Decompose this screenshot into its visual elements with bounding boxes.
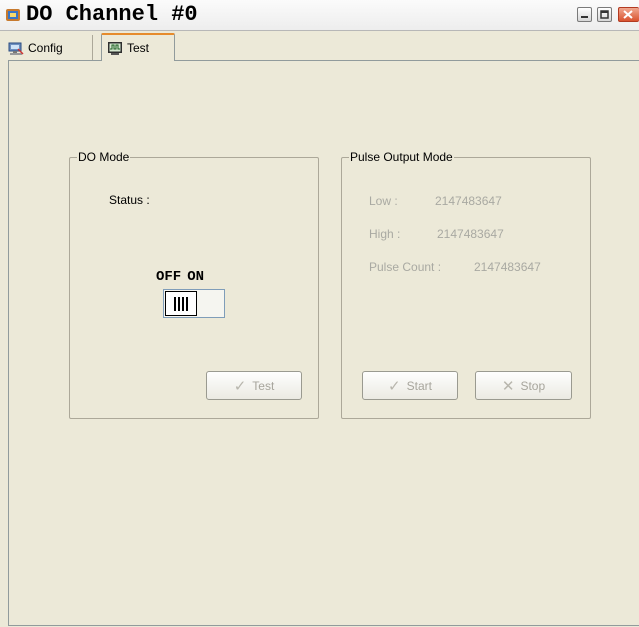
tab-test[interactable]: Test: [101, 33, 175, 61]
check-icon: ✓: [388, 377, 401, 395]
test-button-label: Test: [252, 378, 275, 393]
test-icon: [108, 42, 122, 55]
minimize-icon: [581, 16, 588, 18]
on-label: ON: [187, 269, 205, 285]
pulse-output-legend: Pulse Output Mode: [349, 150, 454, 164]
start-button-label: Start: [406, 378, 432, 393]
config-icon: [8, 42, 24, 55]
do-mode-legend: DO Mode: [77, 150, 131, 164]
test-button[interactable]: ✓ Test: [206, 371, 302, 400]
tab-bar: Config Test: [0, 31, 639, 61]
pulse-output-group: Pulse Output Mode Low : 2147483647 High …: [341, 150, 591, 419]
high-value: 2147483647: [437, 227, 504, 241]
test-panel: DO Mode Status : OFF ON ✓ Test Pulse Outp…: [8, 60, 639, 626]
status-label: Status :: [109, 193, 150, 207]
off-label: OFF: [156, 269, 182, 285]
maximize-button[interactable]: [597, 7, 612, 22]
tab-config-label: Config: [28, 41, 63, 55]
low-label: Low :: [369, 194, 398, 208]
start-button[interactable]: ✓ Start: [362, 371, 458, 400]
maximize-icon: [600, 10, 609, 19]
high-label: High :: [369, 227, 401, 241]
window-title: DO Channel #0: [26, 2, 198, 27]
switch-labels: OFF ON: [156, 269, 210, 285]
stop-button-label: Stop: [520, 378, 546, 393]
title-bar: DO Channel #0: [0, 0, 639, 31]
minimize-button[interactable]: [577, 7, 592, 22]
stop-button[interactable]: ✕ Stop: [475, 371, 572, 400]
do-mode-group: DO Mode Status : OFF ON ✓ Test: [69, 150, 319, 419]
pulse-count-label: Pulse Count :: [369, 260, 442, 274]
pulse-count-value: 2147483647: [474, 260, 541, 274]
stop-cross-icon: ✕: [501, 377, 515, 395]
tab-config[interactable]: Config: [3, 35, 93, 61]
low-value: 2147483647: [435, 194, 502, 208]
tab-test-label: Test: [127, 41, 150, 55]
switch-knob[interactable]: [165, 291, 197, 316]
do-toggle-switch[interactable]: [163, 289, 225, 318]
check-icon: ✓: [233, 377, 247, 395]
app-icon: [6, 9, 20, 21]
close-icon: [623, 10, 633, 19]
close-button[interactable]: [618, 7, 639, 22]
